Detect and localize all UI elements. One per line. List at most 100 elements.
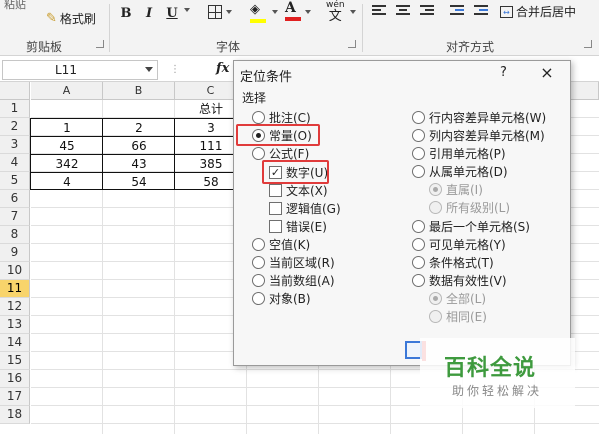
radio-icon[interactable]	[412, 256, 425, 269]
align-right-icon[interactable]	[420, 4, 436, 18]
border-icon[interactable]	[208, 5, 222, 19]
format-painter-button[interactable]: ✎ 格式刷	[46, 10, 96, 27]
radio-icon[interactable]	[252, 292, 265, 305]
decrease-indent-icon[interactable]	[450, 4, 466, 18]
option-column-differences[interactable]: 列内容差异单元格(M)	[412, 127, 545, 144]
alignment-launcher-icon[interactable]	[584, 40, 592, 48]
row-header-5[interactable]: 5	[0, 172, 30, 190]
checkbox-icon[interactable]	[269, 202, 282, 215]
underline-button[interactable]: U	[164, 4, 180, 22]
radio-disabled-icon	[429, 201, 442, 214]
column-header-B[interactable]: B	[103, 82, 175, 100]
radio-disabled-icon	[429, 310, 442, 323]
table-rule	[30, 172, 246, 173]
radio-icon[interactable]	[252, 147, 265, 160]
font-color-dropdown-icon[interactable]	[305, 10, 311, 14]
checkbox-icon[interactable]	[269, 184, 282, 197]
align-center-icon[interactable]	[396, 4, 412, 18]
merge-center-button[interactable]: ↔ 合并后居中	[500, 3, 576, 20]
name-box-dropdown-icon[interactable]	[145, 67, 153, 72]
row-header-1[interactable]: 1	[0, 100, 30, 118]
italic-button[interactable]: I	[141, 4, 157, 22]
option-conditional-formats[interactable]: 条件格式(T)	[412, 254, 494, 271]
radio-icon[interactable]	[412, 220, 425, 233]
format-painter-icon: ✎	[46, 11, 57, 26]
row-header-11[interactable]: 11	[0, 280, 30, 298]
column-header-A[interactable]: A	[31, 82, 103, 100]
radio-icon[interactable]	[412, 274, 425, 287]
row-header-3[interactable]: 3	[0, 136, 30, 154]
checkbox-icon[interactable]	[269, 220, 282, 233]
row-header-16[interactable]: 16	[0, 370, 30, 388]
radio-icon[interactable]	[252, 274, 265, 287]
option-blanks[interactable]: 空值(K)	[252, 236, 310, 253]
option-errors[interactable]: 错误(E)	[269, 218, 327, 235]
ribbon: 粘贴 ✎ 格式刷 剪贴板 B I U ◈ A wén 文 字体 ↔ 合并后居中 …	[0, 0, 599, 56]
close-icon[interactable]: ×	[534, 62, 560, 84]
option-data-validation[interactable]: 数据有效性(V)	[412, 272, 507, 289]
radio-icon[interactable]	[412, 165, 425, 178]
radio-icon[interactable]	[412, 129, 425, 142]
option-dependents[interactable]: 从属单元格(D)	[412, 163, 508, 180]
merge-cells-icon: ↔	[500, 5, 513, 18]
option-logicals[interactable]: 逻辑值(G)	[269, 200, 341, 217]
radio-icon[interactable]	[252, 111, 265, 124]
option-last-cell[interactable]: 最后一个单元格(S)	[412, 218, 530, 235]
phonetic-dropdown-icon[interactable]	[350, 10, 356, 14]
row-header-18[interactable]: 18	[0, 406, 30, 424]
radio-icon[interactable]	[252, 238, 265, 251]
bold-button[interactable]: B	[118, 4, 134, 22]
option-text[interactable]: 文本(X)	[269, 182, 328, 199]
clipboard-launcher-icon[interactable]	[96, 40, 104, 48]
option-all-levels: 所有级别(L)	[429, 199, 510, 216]
row-header-10[interactable]: 10	[0, 262, 30, 280]
row-header-12[interactable]: 12	[0, 298, 30, 316]
radio-icon[interactable]	[412, 238, 425, 251]
increase-indent-icon[interactable]	[474, 4, 490, 18]
row-header-6[interactable]: 6	[0, 190, 30, 208]
border-dropdown-icon[interactable]	[226, 10, 232, 14]
underline-dropdown-icon[interactable]	[184, 8, 190, 12]
row-header-4[interactable]: 4	[0, 154, 30, 172]
align-left-icon[interactable]	[372, 4, 388, 18]
row-header-9[interactable]: 9	[0, 244, 30, 262]
font-color-button[interactable]: A	[285, 0, 301, 22]
row-header-17[interactable]: 17	[0, 388, 30, 406]
radio-icon[interactable]	[412, 111, 425, 124]
font-color-swatch	[285, 17, 301, 21]
help-icon[interactable]: ?	[500, 65, 507, 80]
fill-dropdown-icon[interactable]	[272, 10, 278, 14]
option-validation-same: 相同(E)	[429, 308, 487, 325]
option-current-array[interactable]: 当前数组(A)	[252, 272, 335, 289]
row-header-8[interactable]: 8	[0, 226, 30, 244]
font-launcher-icon[interactable]	[348, 40, 356, 48]
table-rule	[174, 118, 175, 190]
insert-function-icon[interactable]: fx	[216, 61, 229, 76]
option-current-region[interactable]: 当前区域(R)	[252, 254, 335, 271]
highlight-box-numbers	[262, 160, 329, 184]
radio-icon[interactable]	[412, 147, 425, 160]
row-header-13[interactable]: 13	[0, 316, 30, 334]
option-direct-only: 直属(I)	[429, 181, 483, 198]
row-header-15[interactable]: 15	[0, 352, 30, 370]
radio-icon[interactable]	[252, 256, 265, 269]
option-row-differences[interactable]: 行内容差异单元格(W)	[412, 109, 546, 126]
paste-label[interactable]: 粘贴	[4, 0, 26, 12]
go-to-special-dialog: 定位条件 ? × 选择 批注(C) 常量(O) 公式(F) ✓ 数字(U) 文本…	[233, 60, 571, 366]
row-header-2[interactable]: 2	[0, 118, 30, 136]
fill-color-swatch	[250, 19, 266, 23]
select-all-corner[interactable]	[0, 82, 30, 100]
group-label-clipboard: 剪贴板	[26, 40, 63, 54]
option-precedents[interactable]: 引用单元格(P)	[412, 145, 506, 162]
formula-bar-grip-icon: ⋮	[170, 64, 180, 75]
fill-color-button[interactable]: ◈	[250, 2, 266, 23]
row-header-14[interactable]: 14	[0, 334, 30, 352]
option-objects[interactable]: 对象(B)	[252, 290, 311, 307]
row-header-7[interactable]: 7	[0, 208, 30, 226]
option-visible-cells[interactable]: 可见单元格(Y)	[412, 236, 506, 253]
highlight-box-constants	[236, 124, 320, 146]
group-label-font: 字体	[216, 40, 241, 54]
table-rule	[30, 154, 246, 155]
name-box[interactable]: L11	[2, 60, 158, 80]
phonetic-button[interactable]: wén 文	[326, 0, 345, 24]
